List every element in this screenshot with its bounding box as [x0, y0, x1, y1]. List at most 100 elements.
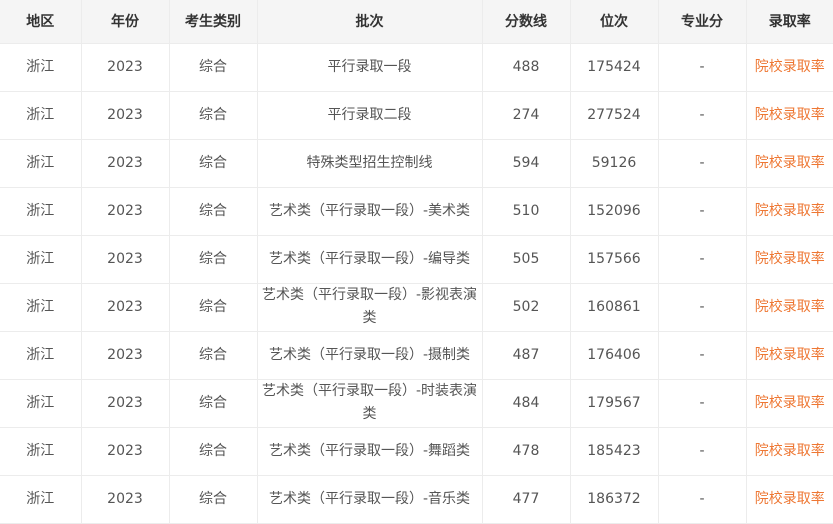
- cell-rank: 152096: [570, 187, 659, 236]
- cell-batch: 特殊类型招生控制线: [257, 139, 483, 188]
- cell-region: 浙江: [0, 187, 82, 236]
- cell-region: 浙江: [0, 427, 82, 476]
- cell-rank: 59126: [570, 139, 659, 188]
- cell-year: 2023: [81, 91, 170, 140]
- table-row: 浙江 2023 综合 艺术类（平行录取一段）-摄制类 487 176406 - …: [0, 331, 833, 380]
- cell-year: 2023: [81, 187, 170, 236]
- header-year: 年份: [81, 0, 170, 44]
- cell-batch: 艺术类（平行录取一段）-摄制类: [257, 331, 483, 380]
- table-header: 地区 年份 考生类别 批次 分数线 位次 专业分 录取率: [0, 0, 833, 44]
- table-row: 浙江 2023 综合 艺术类（平行录取一段）-舞蹈类 478 185423 - …: [0, 427, 833, 476]
- cell-rank: 186372: [570, 475, 659, 524]
- table-row: 浙江 2023 综合 艺术类（平行录取一段）-时装表演类 484 179567 …: [0, 379, 833, 428]
- header-major-score: 专业分: [658, 0, 747, 44]
- cell-major-score: -: [658, 187, 747, 236]
- header-batch: 批次: [257, 0, 483, 44]
- cell-region: 浙江: [0, 91, 82, 140]
- cell-region: 浙江: [0, 43, 82, 92]
- admission-rate-link[interactable]: 院校录取率: [746, 91, 833, 140]
- table-row: 浙江 2023 综合 特殊类型招生控制线 594 59126 - 院校录取率: [0, 139, 833, 188]
- header-region: 地区: [0, 0, 82, 44]
- cell-region: 浙江: [0, 331, 82, 380]
- cell-type: 综合: [169, 235, 258, 284]
- cell-region: 浙江: [0, 475, 82, 524]
- admission-rate-link[interactable]: 院校录取率: [746, 43, 833, 92]
- cell-score: 510: [482, 187, 571, 236]
- cell-batch: 艺术类（平行录取一段）-时装表演类: [257, 379, 483, 428]
- cell-year: 2023: [81, 379, 170, 428]
- cell-year: 2023: [81, 331, 170, 380]
- table-row: 浙江 2023 综合 艺术类（平行录取一段）-编导类 505 157566 - …: [0, 235, 833, 284]
- score-table: 地区 年份 考生类别 批次 分数线 位次 专业分 录取率 浙江 2023 综合 …: [0, 0, 833, 524]
- table-body: 浙江 2023 综合 平行录取一段 488 175424 - 院校录取率 浙江 …: [0, 43, 833, 524]
- cell-score: 505: [482, 235, 571, 284]
- cell-type: 综合: [169, 91, 258, 140]
- cell-major-score: -: [658, 379, 747, 428]
- cell-rank: 179567: [570, 379, 659, 428]
- cell-type: 综合: [169, 379, 258, 428]
- cell-batch: 艺术类（平行录取一段）-影视表演类: [257, 283, 483, 332]
- admission-rate-link[interactable]: 院校录取率: [746, 187, 833, 236]
- header-row: 地区 年份 考生类别 批次 分数线 位次 专业分 录取率: [0, 0, 833, 44]
- cell-year: 2023: [81, 235, 170, 284]
- cell-score: 487: [482, 331, 571, 380]
- table-row: 浙江 2023 综合 艺术类（平行录取一段）-美术类 510 152096 - …: [0, 187, 833, 236]
- table-row: 浙江 2023 综合 平行录取一段 488 175424 - 院校录取率: [0, 43, 833, 92]
- cell-rank: 175424: [570, 43, 659, 92]
- cell-batch: 艺术类（平行录取一段）-美术类: [257, 187, 483, 236]
- cell-score: 502: [482, 283, 571, 332]
- cell-type: 综合: [169, 427, 258, 476]
- cell-type: 综合: [169, 283, 258, 332]
- cell-rank: 185423: [570, 427, 659, 476]
- cell-rank: 157566: [570, 235, 659, 284]
- cell-score: 484: [482, 379, 571, 428]
- cell-batch: 艺术类（平行录取一段）-编导类: [257, 235, 483, 284]
- cell-type: 综合: [169, 139, 258, 188]
- cell-major-score: -: [658, 43, 747, 92]
- table-row: 浙江 2023 综合 平行录取二段 274 277524 - 院校录取率: [0, 91, 833, 140]
- cell-year: 2023: [81, 43, 170, 92]
- header-rank: 位次: [570, 0, 659, 44]
- cell-major-score: -: [658, 91, 747, 140]
- cell-batch: 艺术类（平行录取一段）-舞蹈类: [257, 427, 483, 476]
- table-row: 浙江 2023 综合 艺术类（平行录取一段）-影视表演类 502 160861 …: [0, 283, 833, 332]
- cell-year: 2023: [81, 475, 170, 524]
- cell-major-score: -: [658, 475, 747, 524]
- admission-rate-link[interactable]: 院校录取率: [746, 331, 833, 380]
- header-score: 分数线: [482, 0, 571, 44]
- cell-rank: 277524: [570, 91, 659, 140]
- cell-rank: 160861: [570, 283, 659, 332]
- cell-score: 594: [482, 139, 571, 188]
- cell-type: 综合: [169, 475, 258, 524]
- cell-major-score: -: [658, 235, 747, 284]
- admission-rate-link[interactable]: 院校录取率: [746, 139, 833, 188]
- cell-region: 浙江: [0, 283, 82, 332]
- cell-type: 综合: [169, 187, 258, 236]
- cell-score: 478: [482, 427, 571, 476]
- cell-region: 浙江: [0, 235, 82, 284]
- cell-score: 477: [482, 475, 571, 524]
- cell-year: 2023: [81, 427, 170, 476]
- cell-year: 2023: [81, 283, 170, 332]
- header-admission-rate: 录取率: [746, 0, 833, 44]
- admission-rate-link[interactable]: 院校录取率: [746, 283, 833, 332]
- admission-rate-link[interactable]: 院校录取率: [746, 475, 833, 524]
- cell-major-score: -: [658, 331, 747, 380]
- cell-batch: 平行录取二段: [257, 91, 483, 140]
- cell-score: 488: [482, 43, 571, 92]
- cell-type: 综合: [169, 331, 258, 380]
- cell-region: 浙江: [0, 139, 82, 188]
- admission-rate-link[interactable]: 院校录取率: [746, 427, 833, 476]
- cell-score: 274: [482, 91, 571, 140]
- cell-type: 综合: [169, 43, 258, 92]
- cell-major-score: -: [658, 283, 747, 332]
- cell-major-score: -: [658, 139, 747, 188]
- cell-batch: 艺术类（平行录取一段）-音乐类: [257, 475, 483, 524]
- cell-rank: 176406: [570, 331, 659, 380]
- admission-rate-link[interactable]: 院校录取率: [746, 379, 833, 428]
- admission-rate-link[interactable]: 院校录取率: [746, 235, 833, 284]
- cell-region: 浙江: [0, 379, 82, 428]
- cell-year: 2023: [81, 139, 170, 188]
- table-row: 浙江 2023 综合 艺术类（平行录取一段）-音乐类 477 186372 - …: [0, 475, 833, 524]
- header-type: 考生类别: [169, 0, 258, 44]
